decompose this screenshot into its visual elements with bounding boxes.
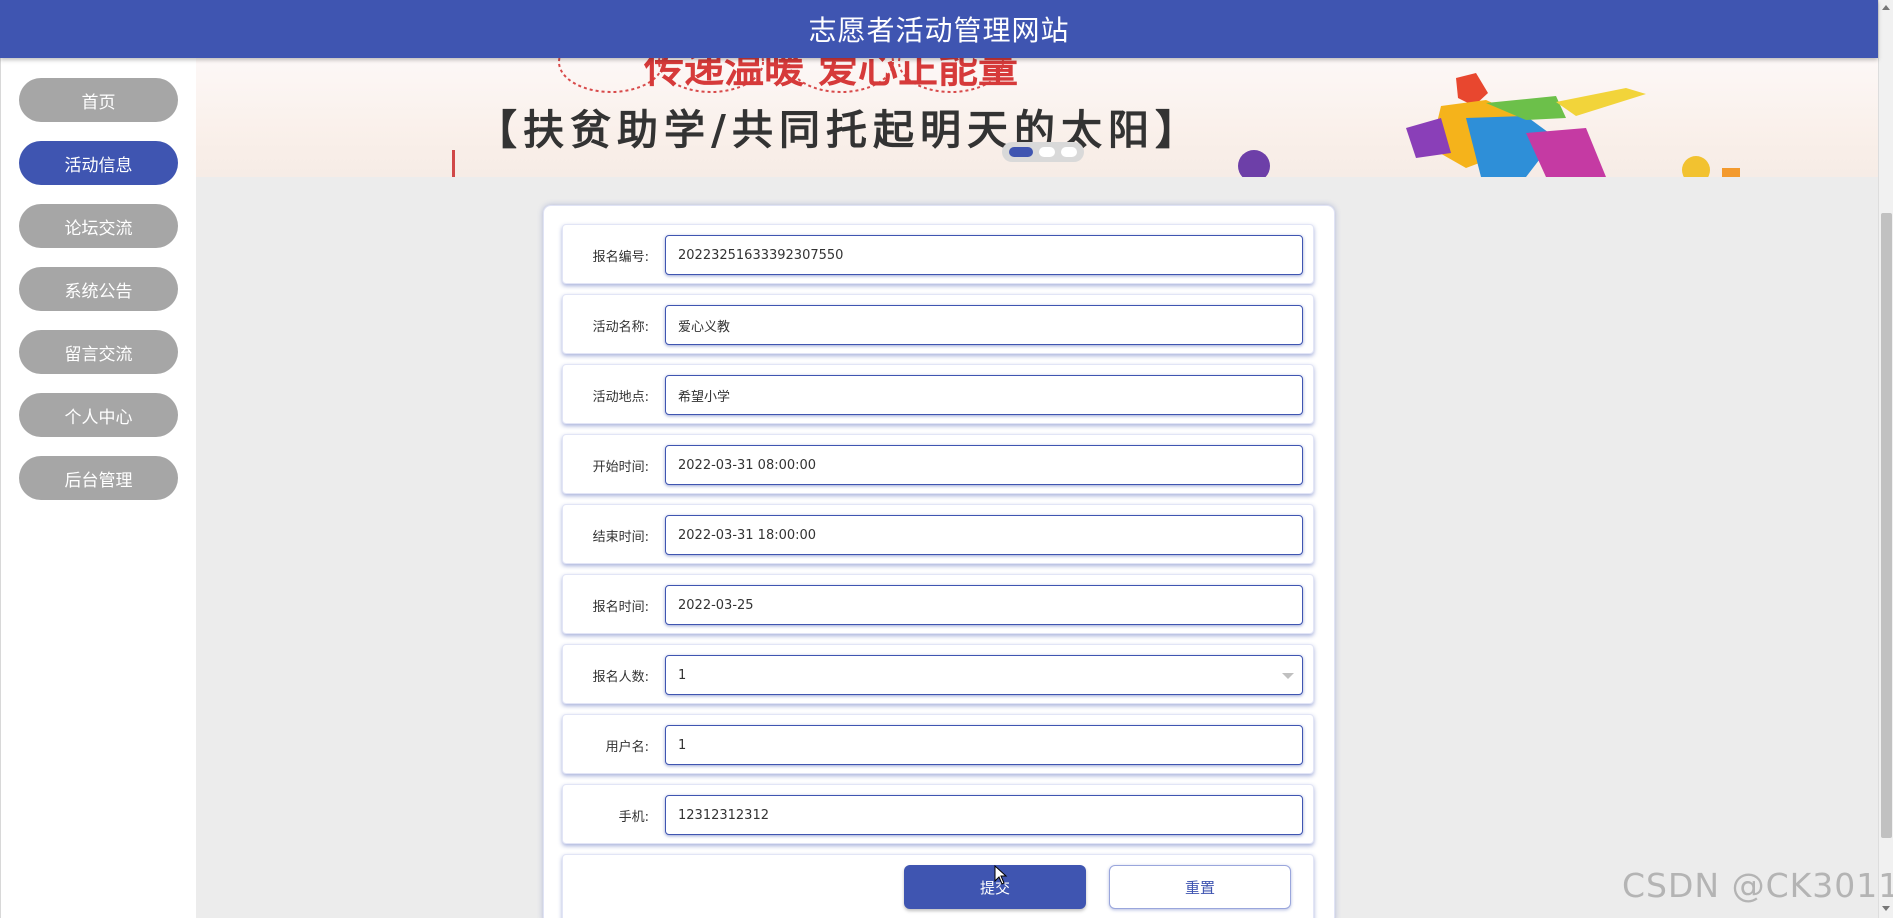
sidebar-item-forum[interactable]: 论坛交流: [19, 204, 178, 248]
banner-slogan-text: 传递温暖 爱心正能量: [643, 58, 1018, 92]
form-row-signup-number: 报名编号: 20223251633392307550: [562, 224, 1314, 284]
phone-input[interactable]: 12312312312: [665, 795, 1303, 835]
username-input[interactable]: 1: [665, 725, 1303, 765]
form-row-activity-location: 活动地点: 希望小学: [562, 364, 1314, 424]
sidebar-item-messages[interactable]: 留言交流: [19, 330, 178, 374]
banner-text: 【扶贫助学/共同托起明天的太阳】: [476, 106, 1202, 154]
form-row-end-time: 结束时间: 2022-03-31 18:00:00: [562, 504, 1314, 564]
signup-time-input[interactable]: 2022-03-25: [665, 585, 1303, 625]
top-header: 志愿者活动管理网站: [0, 0, 1878, 58]
form-row-signup-count: 报名人数: 1: [562, 644, 1314, 704]
scroll-up-icon[interactable]: [1882, 5, 1890, 10]
scrollbar-thumb[interactable]: [1881, 213, 1892, 838]
start-time-label: 开始时间:: [592, 459, 649, 475]
signup-number-label: 报名编号:: [592, 249, 649, 265]
form-row-signup-time: 报名时间: 2022-03-25: [562, 574, 1314, 634]
watermark: CSDN @CK3011: [1622, 866, 1893, 905]
sidebar-item-admin[interactable]: 后台管理: [19, 456, 178, 500]
scroll-down-icon[interactable]: [1882, 906, 1890, 911]
banner-decoration: [452, 150, 455, 177]
chevron-down-icon[interactable]: [1282, 673, 1294, 679]
signup-count-select[interactable]: 1: [665, 655, 1303, 695]
activity-location-input[interactable]: 希望小学: [665, 375, 1303, 415]
form-actions: 提交 重置: [562, 854, 1314, 918]
banner-carousel[interactable]: 传递温暖 爱心正能量 【扶贫助学/共同托起明天的太阳】: [196, 58, 1878, 177]
username-label: 用户名:: [605, 739, 649, 755]
carousel-dot-1[interactable]: [1009, 147, 1033, 157]
carousel-dot-2[interactable]: [1039, 147, 1055, 157]
start-time-input[interactable]: 2022-03-31 08:00:00: [665, 445, 1303, 485]
signup-form: 报名编号: 20223251633392307550 活动名称: 爱心义教 活动…: [543, 205, 1335, 918]
signup-count-label: 报名人数:: [592, 669, 649, 685]
sidebar-item-announcements[interactable]: 系统公告: [19, 267, 178, 311]
sidebar-item-personal-center[interactable]: 个人中心: [19, 393, 178, 437]
end-time-label: 结束时间:: [592, 529, 649, 545]
mouse-cursor-icon: [994, 865, 1008, 885]
sidebar-item-activity-info[interactable]: 活动信息: [19, 141, 178, 185]
carousel-indicators: [1002, 142, 1084, 162]
signup-time-label: 报名时间:: [592, 599, 649, 615]
activity-location-label: 活动地点:: [592, 389, 649, 405]
sidebar-nav: 首页 活动信息 论坛交流 系统公告 留言交流 个人中心 后台管理: [0, 58, 196, 918]
reset-button[interactable]: 重置: [1109, 865, 1291, 909]
end-time-input[interactable]: 2022-03-31 18:00:00: [665, 515, 1303, 555]
activity-name-input[interactable]: 爱心义教: [665, 305, 1303, 345]
site-title: 志愿者活动管理网站: [808, 14, 1070, 47]
activity-name-label: 活动名称:: [592, 319, 649, 335]
banner-runner-art: [1238, 73, 1740, 177]
form-row-activity-name: 活动名称: 爱心义教: [562, 294, 1314, 354]
carousel-dot-3[interactable]: [1061, 147, 1077, 157]
sidebar-item-home[interactable]: 首页: [19, 78, 178, 122]
banner-slogan-image: 传递温暖 爱心正能量: [558, 58, 1018, 93]
form-row-start-time: 开始时间: 2022-03-31 08:00:00: [562, 434, 1314, 494]
page-scrollbar[interactable]: [1878, 0, 1893, 918]
signup-number-input[interactable]: 20223251633392307550: [665, 235, 1303, 275]
form-row-username: 用户名: 1: [562, 714, 1314, 774]
signup-count-value: 1: [678, 667, 687, 683]
form-row-phone: 手机: 12312312312: [562, 784, 1314, 844]
phone-label: 手机:: [618, 809, 649, 825]
